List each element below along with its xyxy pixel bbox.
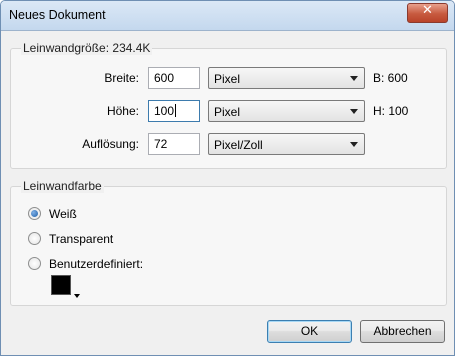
width-readout: B: 600 — [373, 71, 408, 85]
radio-transparent[interactable] — [28, 232, 41, 245]
dialog-body: Leinwandgröße: 234.4K Breite: 600 Pixel … — [1, 31, 454, 355]
radio-transparent-label[interactable]: Transparent — [49, 232, 113, 246]
canvas-size-legend: Leinwandgröße: 234.4K — [21, 41, 153, 55]
resolution-input[interactable]: 72 — [148, 133, 200, 155]
canvas-color-group: Leinwandfarbe Weiß Transparent Benutzerd… — [10, 179, 447, 306]
height-input[interactable]: 100 — [148, 100, 200, 122]
title-bar[interactable]: Neues Dokument ✕ — [1, 1, 454, 31]
width-unit-select[interactable]: Pixel — [208, 67, 365, 89]
radio-custom-label[interactable]: Benutzerdefiniert: — [49, 257, 143, 271]
close-button[interactable]: ✕ — [407, 3, 448, 23]
radio-white-label[interactable]: Weiß — [49, 207, 77, 221]
cancel-button[interactable]: Abbrechen — [360, 320, 445, 343]
width-label: Breite: — [104, 71, 139, 85]
dialog-title: Neues Dokument — [9, 8, 106, 22]
chevron-down-icon — [350, 109, 358, 114]
canvas-size-group: Leinwandgröße: 234.4K Breite: 600 Pixel … — [10, 41, 447, 169]
new-document-dialog: Neues Dokument ✕ Leinwandgröße: 234.4K B… — [0, 0, 455, 356]
ok-button[interactable]: OK — [267, 320, 352, 343]
radio-custom[interactable] — [28, 257, 41, 270]
chevron-down-icon — [350, 142, 358, 147]
radio-white[interactable] — [28, 207, 41, 220]
chevron-down-icon — [74, 294, 80, 298]
height-label: Höhe: — [106, 104, 139, 118]
width-input[interactable]: 600 — [148, 67, 200, 89]
canvas-color-legend: Leinwandfarbe — [21, 179, 104, 193]
height-unit-select[interactable]: Pixel — [208, 100, 365, 122]
height-readout: H: 100 — [373, 104, 409, 118]
resolution-label: Auflösung: — [82, 137, 139, 151]
chevron-down-icon — [350, 76, 358, 81]
resolution-unit-select[interactable]: Pixel/Zoll — [208, 133, 365, 155]
close-icon: ✕ — [422, 3, 433, 18]
custom-color-swatch[interactable] — [51, 275, 71, 295]
text-caret — [175, 104, 177, 117]
